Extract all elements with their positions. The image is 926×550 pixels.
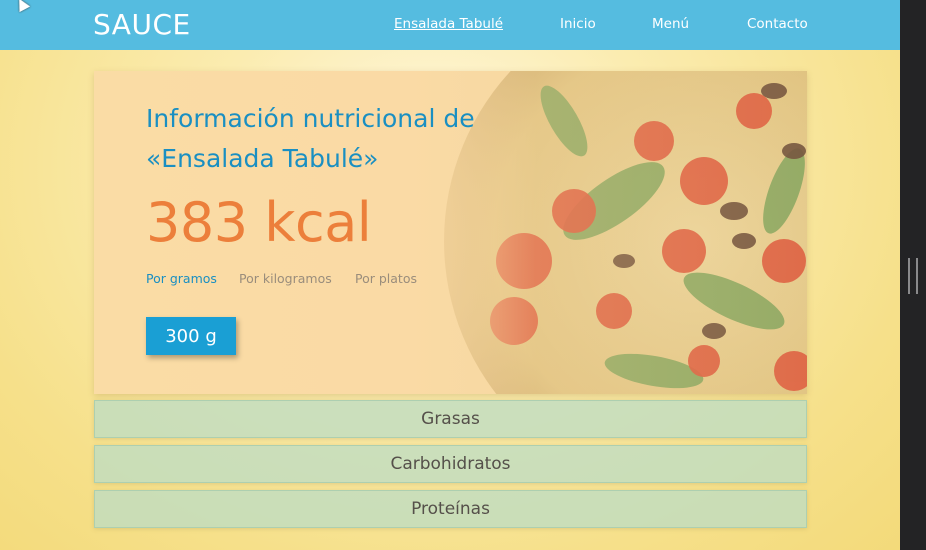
section-proteinas[interactable]: Proteínas xyxy=(94,490,807,528)
page-viewport: SAUCE Ensalada Tabulé Inicio Menú Contac… xyxy=(0,0,900,550)
title-line-2: «Ensalada Tabulé» xyxy=(146,144,379,173)
scrollbar-grip-icon[interactable] xyxy=(908,258,918,294)
section-carbohidratos[interactable]: Carbohidratos xyxy=(94,445,807,483)
nav-links: Ensalada Tabulé Inicio Menú Contacto xyxy=(0,16,900,36)
scrollbar[interactable] xyxy=(900,0,926,550)
title-line-1: Información nutricional de xyxy=(146,104,475,133)
nutrition-hero-card: Información nutricional de «Ensalada Tab… xyxy=(94,71,807,394)
nav-link-ensalada-tabule[interactable]: Ensalada Tabulé xyxy=(394,16,503,32)
page-title: Información nutricional de «Ensalada Tab… xyxy=(146,99,566,179)
nav-link-menu[interactable]: Menú xyxy=(652,16,689,32)
amount-button[interactable]: 300 g xyxy=(146,317,236,355)
calories-value: 383 kcal xyxy=(146,191,372,254)
top-navbar: SAUCE Ensalada Tabulé Inicio Menú Contac… xyxy=(0,0,900,50)
tab-por-gramos[interactable]: Por gramos xyxy=(146,271,217,286)
nav-link-contacto[interactable]: Contacto xyxy=(747,16,808,32)
section-grasas[interactable]: Grasas xyxy=(94,400,807,438)
tab-por-platos[interactable]: Por platos xyxy=(355,271,417,286)
tab-por-kilogramos[interactable]: Por kilogramos xyxy=(239,271,332,286)
nav-link-inicio[interactable]: Inicio xyxy=(560,16,596,32)
